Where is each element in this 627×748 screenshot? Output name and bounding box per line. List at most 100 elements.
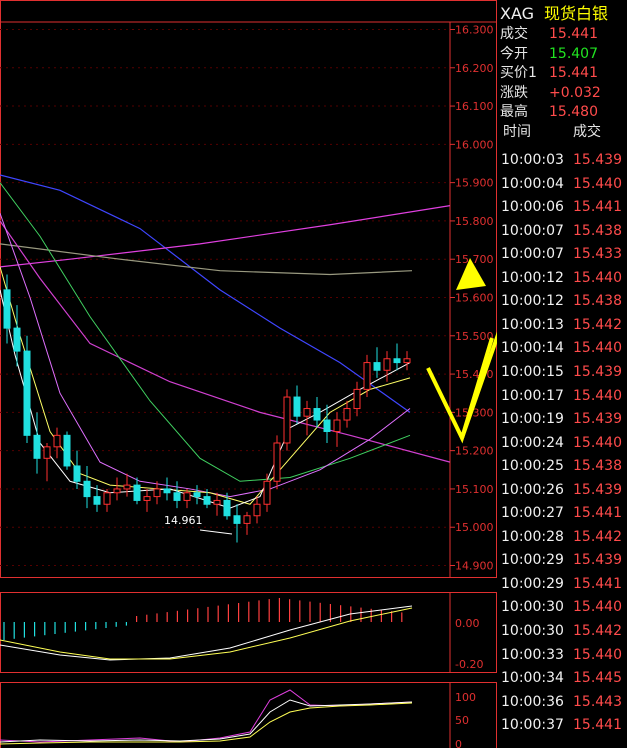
candle-body	[343, 408, 351, 421]
kdj-j-line	[0, 689, 413, 743]
tick-row[interactable]: 10:00:03 15.439	[497, 148, 627, 172]
tick-row[interactable]: 10:00:29 15.441	[497, 572, 627, 596]
ma-pink-line	[0, 220, 451, 463]
tick-time: 10:00:13	[501, 316, 564, 333]
macd-axis-label: -0.20	[455, 658, 483, 671]
macd-axis-label: 0.00	[455, 617, 480, 630]
tick-time: 10:00:14	[501, 340, 564, 357]
candle-body	[223, 499, 231, 517]
tick-time: 10:00:26	[501, 481, 564, 498]
tick-price: 15.440	[573, 340, 622, 357]
tick-row[interactable]: 10:00:15 15.439	[497, 360, 627, 384]
kdj-axis-label: 50	[455, 714, 469, 727]
kdj-d-line	[0, 702, 413, 745]
tick-time: 10:00:29	[501, 575, 564, 592]
tick-row[interactable]: 10:00:34 15.445	[497, 666, 627, 690]
tick-price: 15.439	[573, 411, 622, 428]
tick-price: 15.441	[573, 717, 622, 734]
tick-row[interactable]: 10:00:29 15.439	[497, 548, 627, 572]
candle-body	[183, 492, 191, 501]
candle-body	[173, 492, 181, 501]
tick-row[interactable]: 10:00:28 15.442	[497, 525, 627, 549]
candle-body	[313, 408, 321, 421]
kdj-axis-label: 100	[455, 691, 476, 704]
tick-row[interactable]: 10:00:13 15.442	[497, 313, 627, 337]
y-axis-label: 16.000	[455, 138, 494, 151]
candle-body	[253, 503, 261, 517]
candle-body	[123, 484, 131, 490]
tick-time: 10:00:07	[501, 246, 564, 263]
y-axis-label: 15.600	[455, 292, 494, 305]
tick-row[interactable]: 10:00:06 15.441	[497, 195, 627, 219]
tick-price: 15.440	[573, 599, 622, 616]
candle-body	[203, 496, 211, 505]
tick-price: 15.445	[573, 670, 622, 687]
tick-time: 10:00:36	[501, 693, 564, 710]
candle-body	[43, 446, 51, 459]
tick-row[interactable]: 10:00:14 15.440	[497, 336, 627, 360]
tick-row[interactable]: 10:00:36 15.443	[497, 690, 627, 714]
candle-body	[263, 480, 271, 505]
tick-row[interactable]: 10:00:17 15.440	[497, 384, 627, 408]
y-axis-label: 14.900	[455, 560, 494, 573]
tick-row[interactable]: 10:00:30 15.442	[497, 619, 627, 643]
candle-body	[193, 492, 201, 498]
candle-body	[333, 419, 341, 433]
candle-body	[33, 434, 41, 459]
y-axis-label: 15.200	[455, 445, 494, 458]
tick-row[interactable]: 10:00:37 15.441	[497, 713, 627, 737]
tick-row[interactable]: 10:00:26 15.439	[497, 478, 627, 502]
tick-price: 15.433	[573, 246, 622, 263]
candle-body	[113, 488, 121, 494]
tick-row[interactable]: 10:00:07 15.433	[497, 242, 627, 266]
candle-body	[383, 358, 391, 371]
ticks-header-time: 时间	[503, 124, 531, 140]
tick-time: 10:00:19	[501, 411, 564, 428]
tick-price: 15.440	[573, 387, 622, 404]
tick-row[interactable]: 10:00:33 15.440	[497, 643, 627, 667]
ma-blue-line	[0, 174, 411, 413]
candle-body	[393, 358, 401, 364]
tick-row[interactable]: 10:00:12 15.440	[497, 266, 627, 290]
tick-time: 10:00:37	[501, 717, 564, 734]
tick-row[interactable]: 10:00:12 15.438	[497, 289, 627, 313]
candle-body	[353, 388, 361, 410]
candle-body	[243, 515, 251, 524]
tick-time: 10:00:25	[501, 458, 564, 475]
candle-body	[133, 484, 141, 501]
tick-time: 10:00:30	[501, 623, 564, 639]
tick-time: 10:00:28	[501, 528, 564, 545]
tick-price: 15.441	[573, 199, 622, 216]
candle-body	[213, 499, 221, 505]
candle-body	[323, 419, 331, 433]
candle-body	[163, 488, 171, 494]
quote-panel: XAG 现货白银 成交 15.441 今开 15.407 买价1 15.441 涨跌 +0.0…	[497, 0, 627, 748]
tick-time: 10:00:12	[501, 269, 564, 286]
arrow-annotation-1	[426, 337, 494, 444]
y-axis-label: 16.100	[455, 100, 494, 113]
tick-time: 10:00:04	[501, 175, 564, 192]
tick-price: 15.439	[573, 363, 622, 380]
tick-row[interactable]: 10:00:27 15.441	[497, 501, 627, 525]
ma-white-line	[0, 289, 411, 509]
candle-body	[83, 480, 91, 498]
tick-row[interactable]: 10:00:07 15.438	[497, 219, 627, 243]
candle-body	[63, 434, 71, 467]
y-axis-label: 16.300	[455, 23, 494, 36]
tick-time: 10:00:34	[501, 670, 564, 687]
tick-row[interactable]: 10:00:19 15.439	[497, 407, 627, 431]
tick-row[interactable]: 10:00:25 15.438	[497, 454, 627, 478]
tick-price: 15.442	[573, 623, 622, 639]
candle-body	[73, 465, 81, 482]
tick-price: 15.438	[573, 222, 622, 239]
main-chart-frame	[0, 0, 497, 578]
tick-price: 15.440	[573, 646, 622, 663]
candle-body	[373, 362, 381, 371]
ticks-header: 时间 成交	[497, 120, 627, 144]
tick-row[interactable]: 10:00:04 15.440	[497, 172, 627, 196]
kdj-frame	[0, 682, 497, 748]
tick-row[interactable]: 10:00:24 15.440	[497, 431, 627, 455]
tick-row[interactable]: 10:00:30 15.440	[497, 595, 627, 619]
y-axis-label: 15.700	[455, 253, 494, 266]
y-axis-label: 15.900	[455, 177, 494, 190]
